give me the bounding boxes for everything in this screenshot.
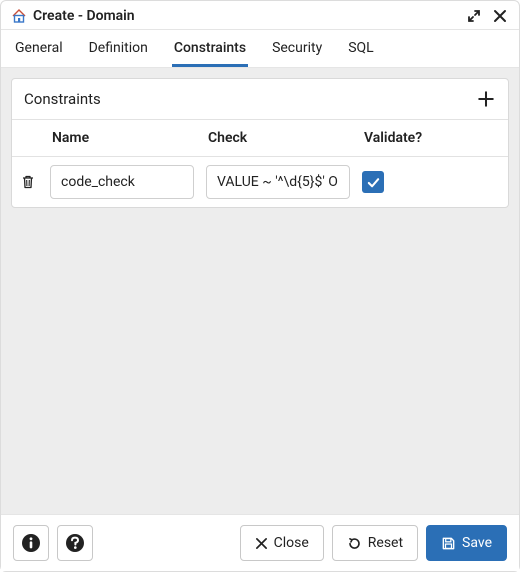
col-validate-header: Validate? (356, 120, 508, 156)
help-button[interactable] (57, 525, 93, 561)
panel-title: Constraints (24, 90, 476, 108)
save-button[interactable]: Save (426, 525, 507, 561)
title-bar: Create - Domain (1, 1, 519, 30)
tab-label: SQL (348, 40, 373, 56)
dialog-footer: Close Reset Save (1, 514, 519, 571)
refresh-icon (347, 536, 362, 551)
constraints-panel: Constraints Name Check Validate? (11, 78, 509, 208)
reset-button[interactable]: Reset (332, 525, 418, 561)
add-row-button[interactable] (476, 89, 496, 109)
dialog-body: Constraints Name Check Validate? (1, 68, 519, 514)
close-button[interactable]: Close (240, 525, 324, 561)
reset-button-label: Reset (368, 535, 403, 551)
tab-security[interactable]: Security (270, 30, 324, 67)
tab-sql[interactable]: SQL (346, 30, 375, 67)
window-title: Create - Domain (33, 8, 457, 24)
expand-icon[interactable] (465, 7, 483, 25)
col-name-header: Name (44, 120, 200, 156)
tabs: General Definition Constraints Security … (1, 30, 519, 68)
checkmark-icon (366, 175, 381, 190)
name-input[interactable] (50, 165, 194, 199)
close-button-label: Close (274, 535, 309, 551)
tab-label: Security (272, 40, 322, 56)
tab-label: Constraints (174, 40, 246, 56)
cell-name (44, 165, 200, 199)
x-icon (255, 537, 268, 550)
tab-constraints[interactable]: Constraints (172, 30, 248, 67)
tab-label: Definition (89, 40, 148, 56)
cell-check (200, 165, 356, 199)
table-row (12, 157, 508, 207)
info-icon (21, 533, 41, 553)
check-input[interactable] (206, 165, 350, 199)
column-headers: Name Check Validate? (12, 120, 508, 157)
help-icon (65, 533, 85, 553)
delete-row-button[interactable] (12, 174, 44, 190)
tab-definition[interactable]: Definition (87, 30, 150, 67)
col-check-header: Check (200, 120, 356, 156)
save-button-label: Save (462, 535, 492, 551)
panel-header: Constraints (12, 79, 508, 120)
validate-checkbox[interactable] (362, 171, 384, 193)
info-button[interactable] (13, 525, 49, 561)
close-icon[interactable] (491, 7, 509, 25)
home-icon (11, 8, 27, 24)
tab-general[interactable]: General (13, 30, 65, 67)
tab-label: General (15, 40, 63, 56)
save-floppy-icon (441, 536, 456, 551)
cell-validate (356, 171, 508, 193)
